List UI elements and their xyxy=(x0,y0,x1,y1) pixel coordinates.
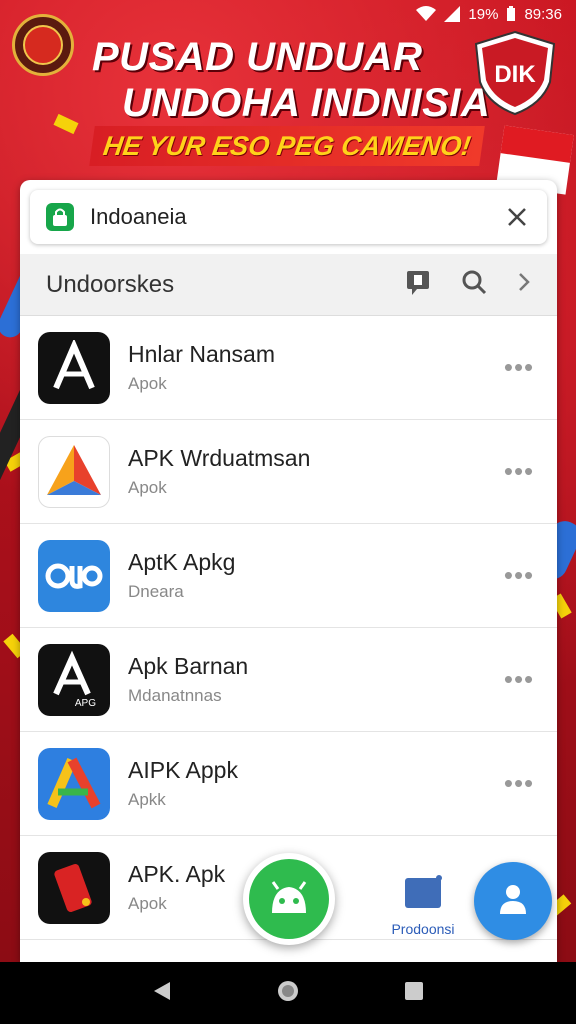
more-options-icon[interactable]: ••• xyxy=(499,768,539,799)
recents-icon[interactable] xyxy=(404,981,424,1006)
android-icon xyxy=(249,859,329,939)
android-fab-button[interactable] xyxy=(243,853,335,945)
app-name: APK Wrduatmsan xyxy=(128,445,311,471)
more-options-icon[interactable]: ••• xyxy=(499,352,539,383)
search-input[interactable]: Indoaneia xyxy=(90,204,503,230)
system-nav-bar xyxy=(0,962,576,1024)
app-row[interactable]: AIPK Appk Apkk ••• xyxy=(20,732,557,836)
banner-title-line1: PUSAD UNDUAR xyxy=(92,35,423,79)
app-subtitle: Apkk xyxy=(128,790,166,809)
banner-title: PUSAD UNDUAR UNDOHA INDNISIA xyxy=(92,34,490,126)
chevron-right-icon[interactable] xyxy=(517,271,531,298)
user-icon xyxy=(498,883,528,920)
app-list: Hnlar Nansam Apok ••• APK Wrduatmsan Apo… xyxy=(20,316,557,940)
status-bar: 19% 89:36 xyxy=(0,0,576,28)
battery-icon xyxy=(506,6,516,22)
qup-logo-icon xyxy=(38,539,110,612)
search-bar[interactable]: Indoaneia xyxy=(30,190,547,244)
close-icon[interactable] xyxy=(503,203,531,231)
lock-icon xyxy=(46,203,74,231)
app-subtitle: Dneara xyxy=(128,582,184,601)
more-options-icon[interactable]: ••• xyxy=(499,664,539,695)
app-row[interactable]: APG Apk Barnan Mdanatnnas ••• xyxy=(20,628,557,732)
battery-level: 19% xyxy=(468,5,499,23)
app-name: Hnlar Nansam xyxy=(128,341,275,367)
folder-icon xyxy=(403,875,443,914)
triangle-logo-icon xyxy=(38,435,110,508)
downloads-label: Prodoonsi xyxy=(391,921,455,937)
app-panel: Indoaneia Undoorskes Hnlar Nansam Apok •… xyxy=(20,180,557,962)
app-subtitle: Mdanatnnas xyxy=(128,686,222,705)
signal-icon xyxy=(444,6,461,22)
confetti xyxy=(53,113,79,135)
a-letter-icon xyxy=(38,331,110,404)
a-apg-icon: APG xyxy=(38,643,110,716)
section-title: Undoorskes xyxy=(46,270,175,298)
home-icon[interactable] xyxy=(276,979,300,1008)
app-name: Apk Barnan xyxy=(128,653,249,679)
more-options-icon[interactable]: ••• xyxy=(499,456,539,487)
downloads-tab[interactable]: Prodoonsi xyxy=(368,874,478,937)
profile-button[interactable] xyxy=(474,862,552,940)
back-icon[interactable] xyxy=(152,980,172,1007)
apg-label: APG xyxy=(75,698,96,709)
app-subtitle: Apok xyxy=(128,374,167,393)
app-subtitle: Apok xyxy=(128,478,167,497)
banner-title-line2: UNDOHA INDNISIA xyxy=(122,81,491,125)
red-device-icon xyxy=(38,851,110,924)
app-row[interactable]: APK Wrduatmsan Apok ••• xyxy=(20,420,557,524)
app-name: AIPK Appk xyxy=(128,757,238,783)
search-icon[interactable] xyxy=(461,269,487,300)
banner-tagline: HE YUR ESO PEG CAMENO! xyxy=(89,126,485,166)
more-options-icon[interactable]: ••• xyxy=(499,560,539,591)
app-name: AptK Apkg xyxy=(128,549,236,575)
app-row[interactable]: Hnlar Nansam Apok ••• xyxy=(20,316,557,420)
shield-logo: DIK xyxy=(472,30,558,116)
section-header: Undoorskes xyxy=(20,254,557,316)
app-row[interactable]: AptK Apkg Dneara ••• xyxy=(20,524,557,628)
bookmark-icon[interactable] xyxy=(405,269,431,300)
shield-badge-text: DIK xyxy=(494,61,536,88)
clock: 89:36 xyxy=(524,5,562,23)
wifi-icon xyxy=(416,6,437,22)
colorful-a-icon xyxy=(38,747,110,820)
